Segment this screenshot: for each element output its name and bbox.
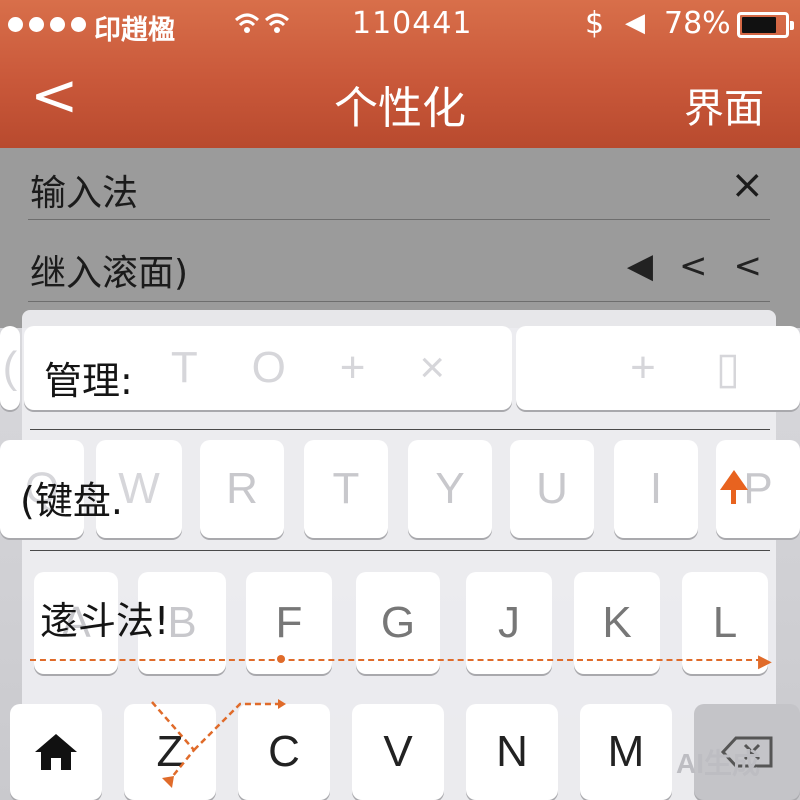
arrow-group: ◀ < <	[627, 246, 762, 286]
swipe-trail	[30, 659, 762, 661]
home-icon	[35, 734, 77, 770]
keyboard-label: (键盘.	[20, 479, 123, 523]
key-plus: +	[339, 343, 366, 392]
shift-arrow-icon	[720, 470, 748, 490]
battery-percent: 78%	[664, 6, 731, 41]
key-box: ▯	[715, 343, 740, 393]
key-plus: +	[630, 343, 656, 392]
key-x: ×	[419, 343, 446, 392]
wifi-icon	[232, 8, 292, 45]
settings-row-label: 输入法	[30, 173, 139, 214]
chevron-left-icon[interactable]: <	[734, 246, 763, 286]
shift-arrow-stem	[731, 490, 736, 504]
key-t[interactable]: T	[304, 440, 388, 538]
clock-time: 110441	[352, 6, 473, 41]
separator	[30, 429, 770, 430]
settings-row-scroll[interactable]: 继入滚面) ◀ < <	[28, 220, 770, 302]
key-ghost: (	[0, 326, 20, 410]
signal-dots-icon	[8, 17, 86, 32]
swipe-arrow-icon: ▶	[758, 651, 772, 672]
key-o: O	[251, 343, 286, 392]
separator	[30, 550, 770, 551]
key-m[interactable]: M	[580, 704, 672, 800]
top-bar: 印趙楹 110441 $ ◀ 78% < 个性化 界面	[0, 0, 800, 148]
key-i[interactable]: I	[614, 440, 698, 538]
location-arrow-icon: ◀	[625, 8, 645, 38]
triangle-left-icon[interactable]: ◀	[627, 246, 653, 286]
settings-row-input-method[interactable]: 输入法 ×	[28, 148, 770, 220]
battery-icon	[737, 12, 794, 38]
interface-button[interactable]: 界面	[684, 76, 764, 134]
key-y[interactable]: Y	[408, 440, 492, 538]
manage-label: 管理:	[44, 359, 133, 403]
key-n[interactable]: N	[466, 704, 558, 800]
page-title: 个性化	[334, 83, 466, 134]
settings-list: 输入法 × 继入滚面) ◀ < <	[0, 148, 800, 328]
key-r[interactable]: R	[200, 440, 284, 538]
key-t: T	[170, 343, 198, 392]
settings-row-label: 继入滚面)	[30, 253, 189, 294]
carrier-name: 印趙楹	[94, 15, 175, 46]
key-v[interactable]: V	[352, 704, 444, 800]
dollar-icon: $	[585, 6, 605, 41]
swipe-point	[277, 655, 285, 663]
battery-fill	[742, 17, 777, 33]
home-key[interactable]	[10, 704, 102, 800]
speed-label: 逺斗法!	[40, 599, 170, 643]
keyboard-ghost-row-right: + ▯	[516, 326, 800, 410]
swipe-zigzag-path	[151, 699, 286, 788]
watermark: AI生成	[676, 748, 761, 779]
key-u[interactable]: U	[510, 440, 594, 538]
chevron-left-icon[interactable]: <	[679, 246, 708, 286]
close-icon[interactable]: ×	[730, 162, 764, 208]
status-bar: 印趙楹 110441 $ ◀ 78%	[0, 0, 800, 52]
